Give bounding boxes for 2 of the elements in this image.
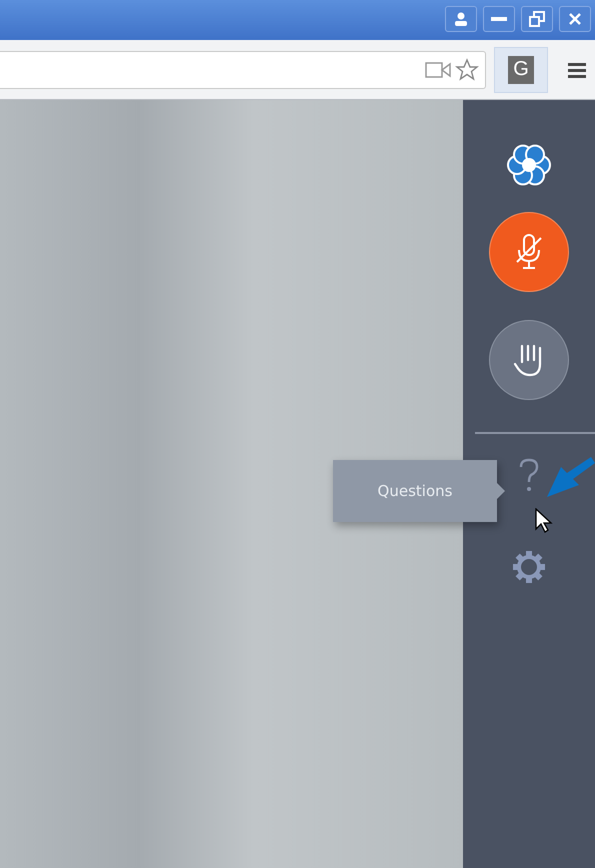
questions-tooltip: Questions xyxy=(333,460,497,522)
extension-button[interactable]: G xyxy=(494,46,548,92)
